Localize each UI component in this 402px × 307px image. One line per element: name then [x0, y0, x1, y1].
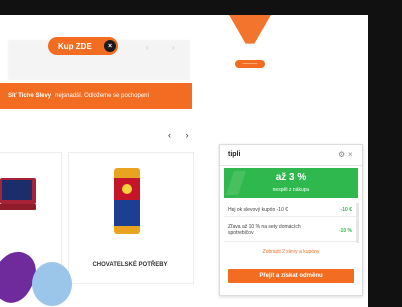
offer-label: Hej ok slevový kupón -10 €	[228, 207, 289, 213]
offer-value: -10 %	[338, 228, 352, 234]
popup-header: tipli ⚙ ×	[220, 145, 362, 166]
offers-scrollbar[interactable]	[356, 203, 359, 243]
close-icon[interactable]: ×	[348, 150, 353, 159]
offer-row[interactable]: Hej ok slevový kupón -10 € -10 €	[224, 203, 358, 217]
device-bezel-right	[368, 0, 402, 307]
laptop-image	[0, 178, 36, 216]
device-frame: Kup ZDE × ‹ › ——— Síť Tiche Slevy nejsna…	[0, 0, 402, 307]
cashback-rate: až 3 %	[275, 172, 307, 183]
banner-title: Síť Tiche Slevy	[8, 93, 52, 99]
decorative-blob-blue	[32, 262, 72, 306]
cashback-banner: až 3 % nespět z nákupu	[224, 168, 358, 198]
show-more-link[interactable]: Zobrazit 2 slevy a kupóny	[220, 249, 362, 255]
offer-label: Zľava až 10 % na sety domácích spotrebič…	[228, 224, 301, 236]
cashback-subtitle: nespět z nákupu	[272, 187, 310, 193]
category-label[interactable]: CHOVATELSKÉ POTŘEBY	[84, 262, 176, 268]
prev-icon[interactable]: ‹	[146, 43, 149, 52]
banner-text: nejsnadší. Odložeme se pochopení	[55, 93, 150, 99]
next-icon[interactable]: ›	[172, 43, 175, 52]
gear-icon[interactable]: ⚙	[338, 150, 345, 159]
offer-value: -10 €	[340, 207, 352, 213]
buy-here-button[interactable]: Kup ZDE ×	[48, 37, 118, 55]
pet-food-image	[114, 168, 140, 234]
tipli-logo: tipli	[228, 151, 241, 158]
activate-cashback-button[interactable]: Přejít a získat odměnu	[228, 269, 354, 283]
close-badge-icon[interactable]: ×	[104, 40, 116, 52]
drop-badge: ———	[235, 60, 265, 68]
cashback-popup: tipli ⚙ × až 3 % nespět z nákupu Hej ok …	[219, 144, 363, 296]
buy-here-label: Kup ZDE	[58, 41, 92, 51]
promo-banner[interactable]: Síť Tiche Slevy nejsnadší. Odložeme se p…	[0, 83, 192, 109]
carousel-arrows[interactable]: ‹ ›	[168, 130, 195, 140]
offer-row[interactable]: Zľava až 10 % na sety domácích spotrebič…	[224, 220, 358, 242]
device-bezel-top	[0, 0, 402, 15]
